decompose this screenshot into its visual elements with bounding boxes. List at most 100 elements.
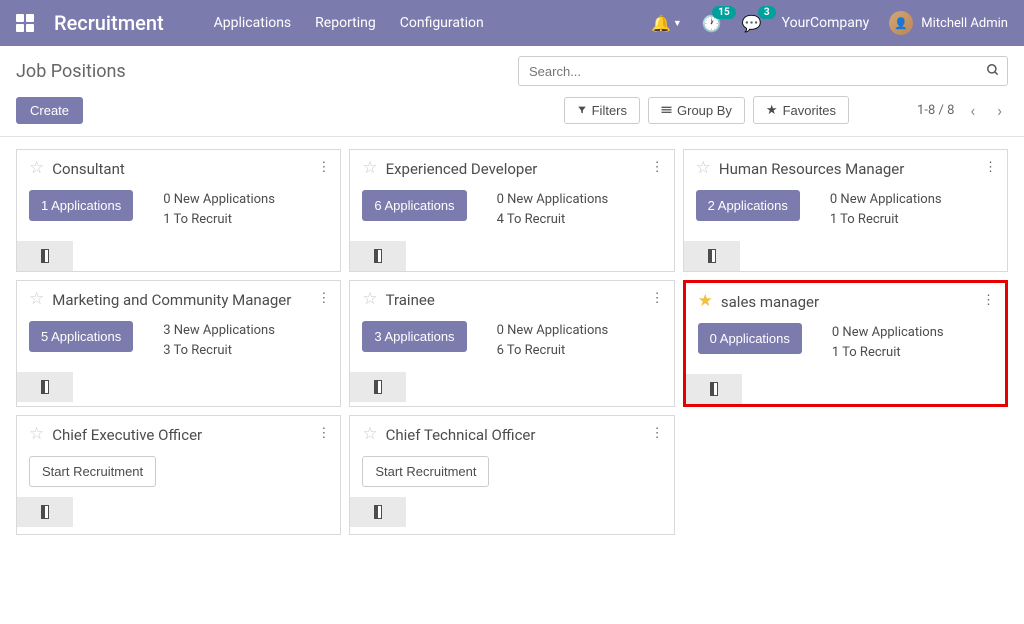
start-recruitment-button[interactable]: Start Recruitment (362, 456, 489, 487)
job-card[interactable]: ☆ Chief Executive Officer ⋮ Start Recrui… (16, 415, 341, 535)
start-recruitment-button[interactable]: Start Recruitment (29, 456, 156, 487)
card-menu-icon[interactable]: ⋮ (651, 160, 664, 175)
card-menu-icon[interactable]: ⋮ (651, 426, 664, 441)
card-title: Trainee (386, 291, 662, 311)
card-title: Consultant (52, 160, 328, 180)
to-recruit-text: 1 To Recruit (832, 343, 944, 364)
groupby-button[interactable]: Group By (648, 97, 745, 124)
create-button[interactable]: Create (16, 97, 83, 124)
applications-button[interactable]: 5 Applications (29, 321, 133, 352)
company-selector[interactable]: YourCompany (782, 15, 870, 31)
nav-right: 🔔 ▼ 🕐 15 💬 3 YourCompany 👤 Mitchell Admi… (651, 11, 1008, 35)
nav-item-configuration[interactable]: Configuration (400, 15, 484, 31)
to-recruit-text: 1 To Recruit (163, 210, 275, 231)
doc-icon (708, 249, 716, 263)
card-footer-icon[interactable] (350, 497, 406, 527)
control-panel: Job Positions Create Filters Group By ★ … (0, 46, 1024, 137)
card-stats: 0 New Applications 1 To Recruit (830, 190, 942, 232)
nav-item-applications[interactable]: Applications (214, 15, 292, 31)
job-card[interactable]: ☆ Consultant ⋮ 1 Applications 0 New Appl… (16, 149, 341, 272)
filters-button[interactable]: Filters (564, 97, 640, 124)
search-input[interactable] (518, 56, 1008, 86)
new-applications-text: 0 New Applications (497, 190, 609, 211)
star-toggle[interactable]: ☆ (362, 160, 377, 177)
caret-down-icon: ▼ (673, 18, 682, 29)
job-card[interactable]: ☆ Experienced Developer ⋮ 6 Applications… (349, 149, 674, 272)
card-title: Marketing and Community Manager (52, 291, 328, 311)
card-footer-icon[interactable] (350, 241, 406, 271)
card-footer-icon[interactable] (17, 372, 73, 402)
pager: 1-8 / 8 ‹ › (917, 99, 1008, 122)
notifications-button[interactable]: 🔔 ▼ (651, 14, 682, 33)
apps-icon[interactable] (16, 14, 34, 32)
job-card[interactable]: ☆ Human Resources Manager ⋮ 2 Applicatio… (683, 149, 1008, 272)
funnel-icon (577, 103, 587, 118)
card-menu-icon[interactable]: ⋮ (317, 426, 330, 441)
doc-icon (374, 505, 382, 519)
card-title: Human Resources Manager (719, 160, 995, 180)
new-applications-text: 0 New Applications (830, 190, 942, 211)
applications-button[interactable]: 2 Applications (696, 190, 800, 221)
avatar: 👤 (889, 11, 913, 35)
search-icon[interactable] (986, 63, 1000, 81)
nav-item-reporting[interactable]: Reporting (315, 15, 376, 31)
card-menu-icon[interactable]: ⋮ (651, 291, 664, 306)
doc-icon (374, 249, 382, 263)
card-footer-icon[interactable] (350, 372, 406, 402)
navbar: Recruitment Applications Reporting Confi… (0, 0, 1024, 46)
user-name: Mitchell Admin (921, 16, 1008, 31)
card-footer-icon[interactable] (17, 241, 73, 271)
applications-button[interactable]: 0 Applications (698, 323, 802, 354)
star-toggle[interactable]: ☆ (29, 160, 44, 177)
card-title: Chief Technical Officer (386, 426, 662, 446)
doc-icon (710, 382, 718, 396)
card-title: Chief Executive Officer (52, 426, 328, 446)
card-stats: 0 New Applications 1 To Recruit (832, 323, 944, 365)
card-title: sales manager (721, 293, 993, 313)
to-recruit-text: 1 To Recruit (830, 210, 942, 231)
pager-text: 1-8 / 8 (917, 103, 954, 118)
to-recruit-text: 3 To Recruit (163, 341, 275, 362)
list-icon (661, 103, 672, 118)
pager-prev[interactable]: ‹ (964, 99, 981, 122)
doc-icon (374, 380, 382, 394)
new-applications-text: 0 New Applications (163, 190, 275, 211)
kanban-board: ☆ Consultant ⋮ 1 Applications 0 New Appl… (0, 137, 1024, 547)
job-card[interactable]: ☆ Chief Technical Officer ⋮ Start Recrui… (349, 415, 674, 535)
applications-button[interactable]: 3 Applications (362, 321, 466, 352)
card-menu-icon[interactable]: ⋮ (317, 291, 330, 306)
applications-button[interactable]: 6 Applications (362, 190, 466, 221)
activities-button[interactable]: 🕐 15 (702, 14, 722, 33)
brand-title: Recruitment (54, 11, 164, 35)
job-card[interactable]: ☆ Marketing and Community Manager ⋮ 5 Ap… (16, 280, 341, 407)
card-menu-icon[interactable]: ⋮ (984, 160, 997, 175)
star-toggle[interactable]: ☆ (696, 160, 711, 177)
nav-menu: Applications Reporting Configuration (214, 15, 651, 31)
doc-icon (41, 505, 49, 519)
messages-button[interactable]: 💬 3 (742, 14, 762, 33)
job-card[interactable]: ☆ Trainee ⋮ 3 Applications 0 New Applica… (349, 280, 674, 407)
star-toggle[interactable]: ☆ (29, 426, 44, 443)
card-menu-icon[interactable]: ⋮ (317, 160, 330, 175)
card-stats: 0 New Applications 1 To Recruit (163, 190, 275, 232)
card-menu-icon[interactable]: ⋮ (982, 293, 995, 308)
card-footer-icon[interactable] (17, 497, 73, 527)
star-toggle[interactable]: ☆ (362, 291, 377, 308)
new-applications-text: 3 New Applications (163, 321, 275, 342)
new-applications-text: 0 New Applications (497, 321, 609, 342)
pager-next[interactable]: › (991, 99, 1008, 122)
card-stats: 3 New Applications 3 To Recruit (163, 321, 275, 363)
favorites-button[interactable]: ★ Favorites (753, 96, 849, 124)
star-toggle[interactable]: ☆ (29, 291, 44, 308)
star-icon: ★ (766, 102, 778, 118)
favorites-label: Favorites (783, 103, 836, 118)
doc-icon (41, 249, 49, 263)
card-footer-icon[interactable] (684, 241, 740, 271)
star-toggle[interactable]: ★ (698, 293, 713, 310)
applications-button[interactable]: 1 Applications (29, 190, 133, 221)
star-toggle[interactable]: ☆ (362, 426, 377, 443)
bell-icon: 🔔 (651, 14, 671, 33)
user-menu[interactable]: 👤 Mitchell Admin (889, 11, 1008, 35)
job-card[interactable]: ★ sales manager ⋮ 0 Applications 0 New A… (683, 280, 1008, 407)
card-footer-icon[interactable] (686, 374, 742, 404)
